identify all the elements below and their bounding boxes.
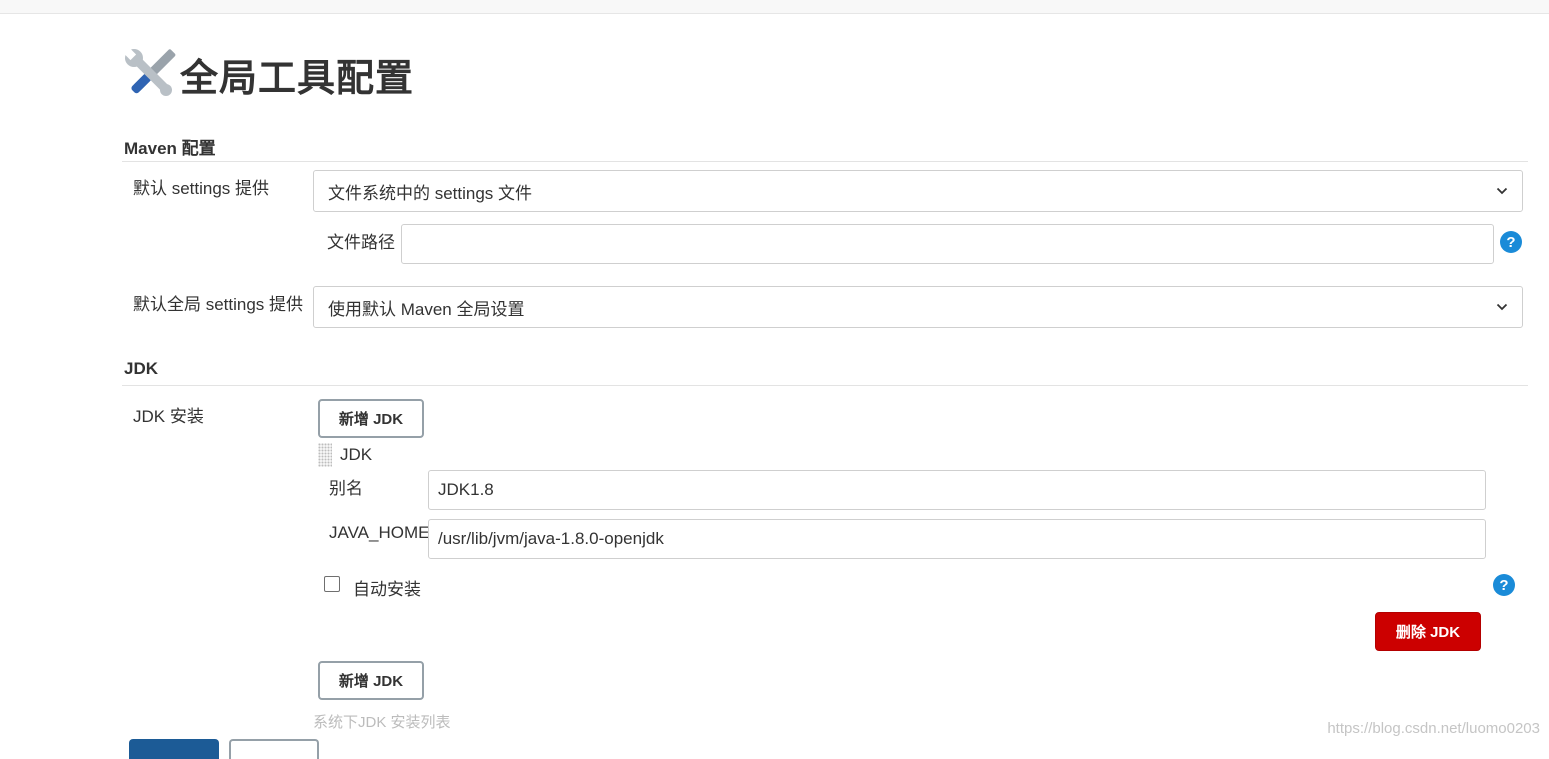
add-jdk-button[interactable]: 新增 JDK bbox=[318, 399, 424, 438]
apply-button[interactable] bbox=[229, 739, 319, 759]
save-button[interactable] bbox=[129, 739, 219, 759]
jdk-alias-label: 别名 bbox=[329, 479, 363, 498]
jdk-section-divider bbox=[122, 385, 1528, 386]
chevron-down-icon bbox=[1496, 303, 1508, 311]
file-path-input[interactable] bbox=[401, 224, 1494, 264]
default-settings-selected: 文件系统中的 settings 文件 bbox=[328, 183, 533, 203]
auto-install-label[interactable]: 自动安装 bbox=[353, 575, 421, 600]
global-settings-label: 默认全局 settings 提供 bbox=[133, 295, 304, 314]
auto-install-checkbox[interactable] bbox=[324, 576, 340, 592]
jdk-install-label: JDK 安装 bbox=[133, 407, 204, 426]
file-path-label: 文件路径 bbox=[327, 233, 395, 252]
default-settings-label: 默认 settings 提供 bbox=[133, 179, 270, 198]
global-settings-select[interactable]: 使用默认 Maven 全局设置 bbox=[313, 286, 1523, 328]
chevron-down-icon bbox=[1496, 187, 1508, 195]
maven-section-divider bbox=[122, 161, 1528, 162]
top-bar bbox=[0, 0, 1549, 14]
delete-jdk-button[interactable]: 删除 JDK bbox=[1375, 612, 1481, 651]
add-jdk-button-bottom[interactable]: 新增 JDK bbox=[318, 661, 424, 700]
jdk-alias-input[interactable] bbox=[428, 470, 1486, 510]
auto-install-help-icon[interactable]: ? bbox=[1493, 574, 1515, 596]
java-home-label: JAVA_HOME bbox=[329, 523, 430, 542]
page-header: 全局工具配置 bbox=[122, 46, 414, 102]
file-path-help-icon[interactable]: ? bbox=[1500, 231, 1522, 253]
watermark: https://blog.csdn.net/luomo0203 bbox=[1327, 720, 1540, 737]
tools-icon bbox=[124, 48, 176, 96]
page-title: 全局工具配置 bbox=[180, 57, 415, 100]
drag-handle-icon[interactable] bbox=[318, 443, 332, 467]
maven-section-heading: Maven 配置 bbox=[124, 139, 216, 158]
jdk-list-caption: 系统下JDK 安装列表 bbox=[313, 714, 451, 731]
jdk-item-title: JDK bbox=[340, 445, 373, 464]
jdk-section-heading: JDK bbox=[124, 359, 159, 378]
default-settings-select[interactable]: 文件系统中的 settings 文件 bbox=[313, 170, 1523, 212]
global-settings-selected: 使用默认 Maven 全局设置 bbox=[328, 299, 525, 319]
java-home-input[interactable] bbox=[428, 519, 1486, 559]
